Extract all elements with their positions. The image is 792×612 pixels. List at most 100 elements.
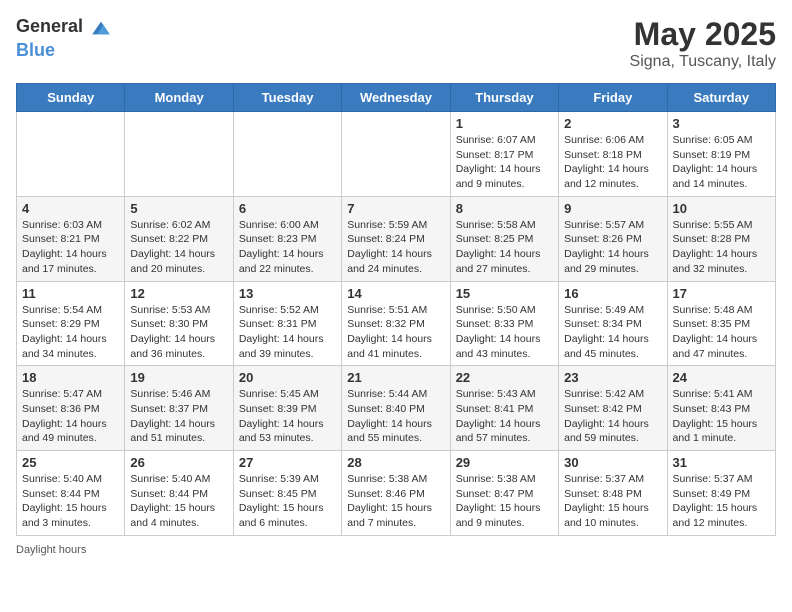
day-info: Sunrise: 5:48 AM Sunset: 8:35 PM Dayligh… xyxy=(673,303,770,362)
day-info: Sunrise: 5:47 AM Sunset: 8:36 PM Dayligh… xyxy=(22,387,119,446)
calendar-cell: 5 Sunrise: 6:02 AM Sunset: 8:22 PM Daylig… xyxy=(125,196,233,281)
calendar-week-row: 1Sunrise: 6:07 AM Sunset: 8:17 PM Daylig… xyxy=(17,112,776,197)
calendar-cell: 21 Sunrise: 5:44 AM Sunset: 8:40 PM Dayli… xyxy=(342,366,450,451)
day-number: 15 xyxy=(456,286,553,301)
day-number: 9 xyxy=(564,201,661,216)
calendar-week-row: 18 Sunrise: 5:47 AM Sunset: 8:36 PM Dayli… xyxy=(17,366,776,451)
calendar-cell: 19 Sunrise: 5:46 AM Sunset: 8:37 PM Dayli… xyxy=(125,366,233,451)
calendar-cell: 28 Sunrise: 5:38 AM Sunset: 8:46 PM Dayli… xyxy=(342,451,450,536)
day-info: Sunrise: 6:03 AM Sunset: 8:21 PM Dayligh… xyxy=(22,218,119,277)
day-info: Sunrise: 5:38 AM Sunset: 8:47 PM Dayligh… xyxy=(456,472,553,531)
day-number: 12 xyxy=(130,286,227,301)
logo: General Blue xyxy=(16,16,114,61)
day-info: Sunrise: 5:40 AM Sunset: 8:44 PM Dayligh… xyxy=(130,472,227,531)
calendar-cell: 25Sunrise: 5:40 AM Sunset: 8:44 PM Dayli… xyxy=(17,451,125,536)
day-info: Sunrise: 5:53 AM Sunset: 8:30 PM Dayligh… xyxy=(130,303,227,362)
weekday-header: Monday xyxy=(125,84,233,112)
calendar-cell xyxy=(233,112,341,197)
calendar-cell xyxy=(17,112,125,197)
weekday-header: Thursday xyxy=(450,84,558,112)
day-number: 6 xyxy=(239,201,336,216)
calendar-week-row: 25 Sunrise: 5:40 AM Sunset: 8:44 PM Dayli… xyxy=(17,451,776,536)
day-number: 8 xyxy=(456,201,553,216)
day-info: Sunrise: 6:05 AM Sunset: 8:19 PM Dayligh… xyxy=(673,133,770,192)
day-info: Sunrise: 6:02 AM Sunset: 8:22 PM Dayligh… xyxy=(130,218,227,277)
calendar-cell xyxy=(342,112,450,197)
day-number: 29 xyxy=(456,455,553,470)
calendar-cell: 23 Sunrise: 5:42 AM Sunset: 8:42 PM Dayli… xyxy=(559,366,667,451)
calendar-cell: 29 Sunrise: 5:38 AM Sunset: 8:47 PM Dayli… xyxy=(450,451,558,536)
day-number: 17 xyxy=(673,286,770,301)
logo-general: General xyxy=(16,16,83,36)
calendar-cell: 20 Sunrise: 5:45 AM Sunset: 8:39 PM Dayli… xyxy=(233,366,341,451)
day-info: Sunrise: 5:45 AM Sunset: 8:39 PM Dayligh… xyxy=(239,387,336,446)
calendar-cell: 9 Sunrise: 5:57 AM Sunset: 8:26 PM Daylig… xyxy=(559,196,667,281)
day-info: Sunrise: 5:38 AM Sunset: 8:46 PM Dayligh… xyxy=(347,472,444,531)
day-number: 21 xyxy=(347,370,444,385)
day-number: 7 xyxy=(347,201,444,216)
day-number: 22 xyxy=(456,370,553,385)
day-number: 31 xyxy=(673,455,770,470)
day-number: 20 xyxy=(239,370,336,385)
calendar-week-row: 4 Sunrise: 6:03 AM Sunset: 8:21 PM Daylig… xyxy=(17,196,776,281)
calendar-cell: 10 Sunrise: 5:55 AM Sunset: 8:28 PM Dayli… xyxy=(667,196,775,281)
day-info: Sunrise: 5:37 AM Sunset: 8:49 PM Dayligh… xyxy=(673,472,770,531)
location-title: Signa, Tuscany, Italy xyxy=(630,53,776,71)
calendar-cell xyxy=(125,112,233,197)
day-number: 28 xyxy=(347,455,444,470)
day-number: 5 xyxy=(130,201,227,216)
day-info: Sunrise: 5:44 AM Sunset: 8:40 PM Dayligh… xyxy=(347,387,444,446)
calendar-cell: 1Sunrise: 6:07 AM Sunset: 8:17 PM Daylig… xyxy=(450,112,558,197)
day-number: 14 xyxy=(347,286,444,301)
day-number: 3 xyxy=(673,116,770,131)
calendar-cell: 8Sunrise: 5:58 AM Sunset: 8:25 PM Daylig… xyxy=(450,196,558,281)
day-info: Sunrise: 5:57 AM Sunset: 8:26 PM Dayligh… xyxy=(564,218,661,277)
day-number: 23 xyxy=(564,370,661,385)
month-title: May 2025 xyxy=(630,16,776,53)
calendar-cell: 2 Sunrise: 6:06 AM Sunset: 8:18 PM Daylig… xyxy=(559,112,667,197)
day-number: 4 xyxy=(22,201,119,216)
calendar-cell: 16 Sunrise: 5:49 AM Sunset: 8:34 PM Dayli… xyxy=(559,281,667,366)
day-info: Sunrise: 5:42 AM Sunset: 8:42 PM Dayligh… xyxy=(564,387,661,446)
calendar-cell: 30Sunrise: 5:37 AM Sunset: 8:48 PM Dayli… xyxy=(559,451,667,536)
day-info: Sunrise: 6:06 AM Sunset: 8:18 PM Dayligh… xyxy=(564,133,661,192)
title-block: May 2025 Signa, Tuscany, Italy xyxy=(630,16,776,71)
day-number: 2 xyxy=(564,116,661,131)
logo-blue: Blue xyxy=(16,40,55,60)
day-number: 25 xyxy=(22,455,119,470)
weekday-header: Saturday xyxy=(667,84,775,112)
day-number: 27 xyxy=(239,455,336,470)
calendar-cell: 3 Sunrise: 6:05 AM Sunset: 8:19 PM Daylig… xyxy=(667,112,775,197)
calendar-cell: 18 Sunrise: 5:47 AM Sunset: 8:36 PM Dayli… xyxy=(17,366,125,451)
calendar-cell: 15 Sunrise: 5:50 AM Sunset: 8:33 PM Dayli… xyxy=(450,281,558,366)
calendar-cell: 13Sunrise: 5:52 AM Sunset: 8:31 PM Dayli… xyxy=(233,281,341,366)
calendar-table: SundayMondayTuesdayWednesdayThursdayFrid… xyxy=(16,83,776,536)
day-number: 1 xyxy=(456,116,553,131)
day-number: 18 xyxy=(22,370,119,385)
day-info: Sunrise: 5:46 AM Sunset: 8:37 PM Dayligh… xyxy=(130,387,227,446)
calendar-cell: 12 Sunrise: 5:53 AM Sunset: 8:30 PM Dayli… xyxy=(125,281,233,366)
calendar-cell: 31 Sunrise: 5:37 AM Sunset: 8:49 PM Dayli… xyxy=(667,451,775,536)
logo-text: General Blue xyxy=(16,16,114,61)
day-info: Sunrise: 5:51 AM Sunset: 8:32 PM Dayligh… xyxy=(347,303,444,362)
day-info: Sunrise: 5:39 AM Sunset: 8:45 PM Dayligh… xyxy=(239,472,336,531)
weekday-header: Tuesday xyxy=(233,84,341,112)
day-number: 30 xyxy=(564,455,661,470)
day-number: 10 xyxy=(673,201,770,216)
day-number: 16 xyxy=(564,286,661,301)
page-header: General Blue May 2025 Signa, Tuscany, It… xyxy=(16,16,776,71)
day-info: Sunrise: 5:50 AM Sunset: 8:33 PM Dayligh… xyxy=(456,303,553,362)
calendar-cell: 6Sunrise: 6:00 AM Sunset: 8:23 PM Daylig… xyxy=(233,196,341,281)
daylight-label: Daylight hours xyxy=(16,544,86,556)
day-info: Sunrise: 5:54 AM Sunset: 8:29 PM Dayligh… xyxy=(22,303,119,362)
calendar-cell: 7Sunrise: 5:59 AM Sunset: 8:24 PM Daylig… xyxy=(342,196,450,281)
calendar-cell: 24Sunrise: 5:41 AM Sunset: 8:43 PM Dayli… xyxy=(667,366,775,451)
day-number: 26 xyxy=(130,455,227,470)
day-number: 19 xyxy=(130,370,227,385)
weekday-header: Sunday xyxy=(17,84,125,112)
day-info: Sunrise: 5:49 AM Sunset: 8:34 PM Dayligh… xyxy=(564,303,661,362)
calendar-cell: 4 Sunrise: 6:03 AM Sunset: 8:21 PM Daylig… xyxy=(17,196,125,281)
calendar-footer: Daylight hours xyxy=(16,544,776,556)
day-info: Sunrise: 5:55 AM Sunset: 8:28 PM Dayligh… xyxy=(673,218,770,277)
calendar-cell: 14 Sunrise: 5:51 AM Sunset: 8:32 PM Dayli… xyxy=(342,281,450,366)
